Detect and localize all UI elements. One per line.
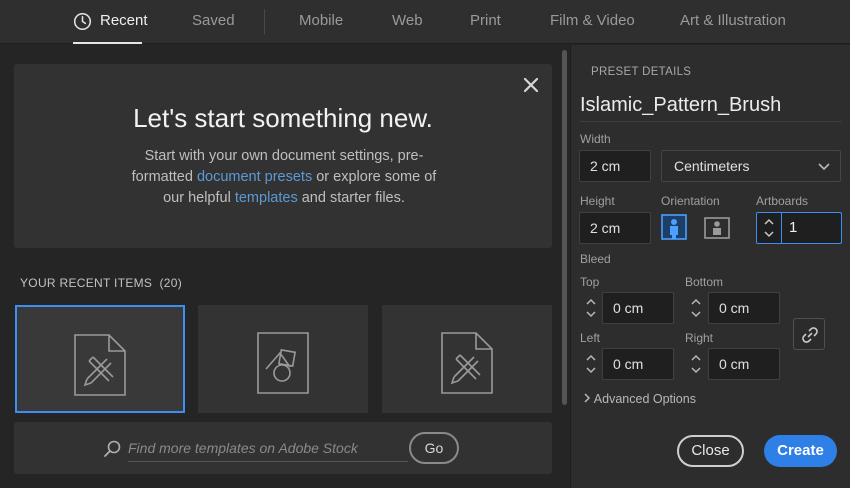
tab-film-video[interactable]: Film & Video [550, 0, 635, 44]
tab-print[interactable]: Print [470, 0, 501, 44]
close-button[interactable]: Close [677, 435, 744, 467]
orientation-label: Orientation [661, 194, 720, 208]
tab-mobile[interactable]: Mobile [299, 0, 343, 44]
landscape-orientation-icon[interactable] [704, 214, 730, 240]
welcome-text-part: and starter files. [297, 190, 405, 206]
tab-divider [264, 9, 265, 34]
search-icon [104, 440, 121, 457]
recent-items-heading: YOUR RECENT ITEMS (20) [20, 276, 182, 290]
stepper-divider [781, 213, 782, 243]
artboards-label: Artboards [756, 194, 809, 208]
recent-item-card[interactable] [198, 305, 368, 413]
tab-recent-label: Recent [100, 12, 148, 29]
welcome-title: Let's start something new. [133, 103, 433, 133]
bleed-label: Bleed [580, 252, 611, 266]
bleed-bottom-field[interactable]: 0 cm [708, 292, 780, 324]
create-button[interactable]: Create [764, 435, 837, 467]
scrollbar[interactable] [562, 50, 567, 405]
tab-saved[interactable]: Saved [192, 0, 235, 44]
advanced-options-label: Advanced Options [593, 392, 696, 406]
new-document-dialog: Recent Saved Mobile Web Print Film & Vid… [0, 0, 850, 488]
go-button[interactable]: Go [409, 432, 459, 464]
bleed-left-field[interactable]: 0 cm [602, 348, 674, 380]
stepper-arrows-icon[interactable] [583, 350, 599, 378]
tab-active-indicator [73, 42, 142, 44]
bleed-left-label: Left [580, 331, 601, 345]
portrait-orientation-icon[interactable] [661, 214, 687, 240]
stepper-arrows-icon[interactable] [688, 350, 704, 378]
recent-items-label: YOUR RECENT ITEMS [20, 276, 153, 290]
stepper-arrows-icon[interactable] [688, 294, 704, 322]
document-presets-link[interactable]: document presets [197, 169, 312, 185]
units-dropdown[interactable]: Centimeters [661, 150, 841, 182]
preset-details-heading: PRESET DETAILS [591, 66, 692, 78]
tab-web[interactable]: Web [392, 0, 423, 44]
stepper-arrows-icon[interactable] [761, 214, 777, 242]
advanced-options-toggle[interactable]: Advanced Options [583, 392, 696, 406]
templates-link[interactable]: templates [235, 190, 298, 206]
bleed-bottom-label: Bottom [685, 275, 724, 289]
bleed-right-field[interactable]: 0 cm [708, 348, 780, 380]
chevron-right-icon [584, 393, 591, 403]
recent-items-count: (20) [159, 276, 183, 290]
units-value: Centimeters [674, 158, 750, 174]
category-tab-bar: Recent Saved Mobile Web Print Film & Vid… [0, 0, 850, 44]
stock-search-input[interactable] [128, 434, 408, 462]
bleed-top-label: Top [580, 275, 600, 289]
bleed-top-field[interactable]: 0 cm [602, 292, 674, 324]
chevron-down-icon [818, 163, 830, 171]
height-field[interactable]: 2 cm [579, 212, 651, 244]
link-bleed-button[interactable] [793, 318, 825, 350]
tab-art-illustration[interactable]: Art & Illustration [680, 0, 786, 44]
tab-recent[interactable]: Recent [73, 0, 148, 44]
shapes-file-icon [257, 332, 309, 394]
artboards-value[interactable]: 1 [789, 213, 797, 243]
stepper-arrows-icon[interactable] [583, 294, 599, 322]
recent-item-card[interactable] [15, 305, 185, 413]
document-name-field[interactable]: Islamic_Pattern_Brush [580, 90, 842, 122]
artboards-stepper[interactable]: 1 [756, 212, 842, 244]
illustration-file-icon [441, 332, 493, 394]
bleed-right-label: Right [685, 331, 714, 345]
illustration-file-icon [74, 334, 126, 396]
welcome-text: Start with your own document settings, p… [124, 146, 444, 209]
link-icon [802, 327, 818, 343]
width-field[interactable]: 2 cm [579, 150, 651, 182]
width-label: Width [580, 132, 611, 146]
recent-item-card[interactable] [382, 305, 552, 413]
close-icon[interactable] [520, 74, 542, 96]
height-label: Height [580, 194, 615, 208]
